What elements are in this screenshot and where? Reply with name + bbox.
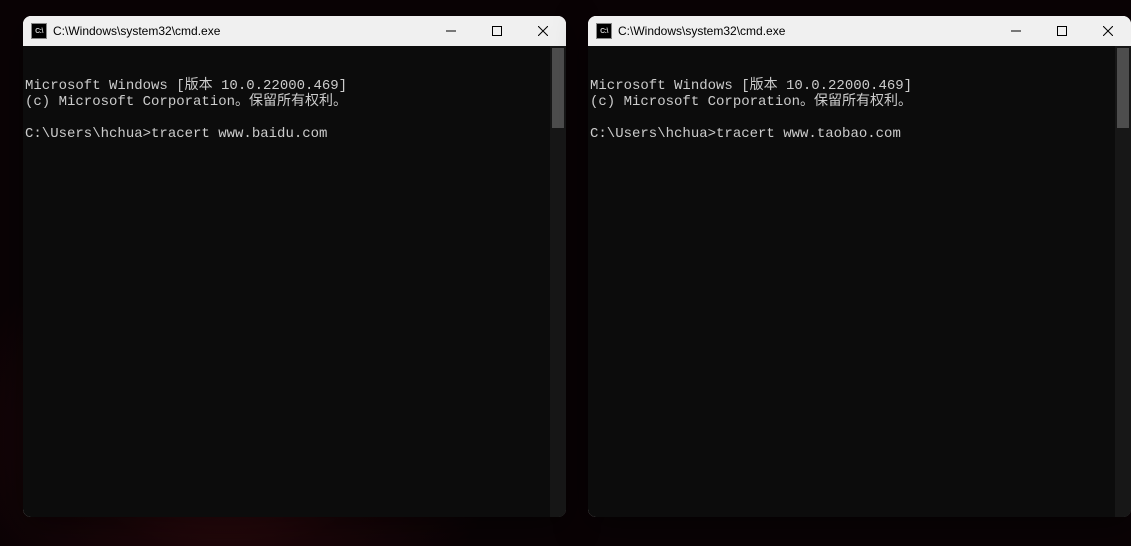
minimize-button[interactable] bbox=[428, 16, 474, 46]
window-controls bbox=[993, 16, 1131, 46]
window-title: C:\Windows\system32\cmd.exe bbox=[53, 24, 428, 38]
maximize-button[interactable] bbox=[474, 16, 520, 46]
titlebar[interactable]: C:\ C:\Windows\system32\cmd.exe bbox=[23, 16, 566, 46]
scrollbar[interactable] bbox=[1115, 46, 1131, 517]
terminal-area[interactable]: Microsoft Windows [版本 10.0.22000.469] (c… bbox=[588, 46, 1131, 517]
terminal-output: Microsoft Windows [版本 10.0.22000.469] (c… bbox=[23, 78, 566, 142]
maximize-button[interactable] bbox=[1039, 16, 1085, 46]
cmd-icon: C:\ bbox=[596, 23, 612, 39]
scrollbar-thumb[interactable] bbox=[1117, 48, 1129, 128]
terminal-output: Microsoft Windows [版本 10.0.22000.469] (c… bbox=[588, 78, 1131, 142]
window-title: C:\Windows\system32\cmd.exe bbox=[618, 24, 993, 38]
cmd-icon: C:\ bbox=[31, 23, 47, 39]
cmd-window-1: C:\ C:\Windows\system32\cmd.exe Microsof… bbox=[23, 16, 566, 517]
scrollbar[interactable] bbox=[550, 46, 566, 517]
window-controls bbox=[428, 16, 566, 46]
titlebar[interactable]: C:\ C:\Windows\system32\cmd.exe bbox=[588, 16, 1131, 46]
terminal-area[interactable]: Microsoft Windows [版本 10.0.22000.469] (c… bbox=[23, 46, 566, 517]
cmd-window-2: C:\ C:\Windows\system32\cmd.exe Microsof… bbox=[588, 16, 1131, 517]
minimize-button[interactable] bbox=[993, 16, 1039, 46]
scrollbar-thumb[interactable] bbox=[552, 48, 564, 128]
close-button[interactable] bbox=[1085, 16, 1131, 46]
close-button[interactable] bbox=[520, 16, 566, 46]
